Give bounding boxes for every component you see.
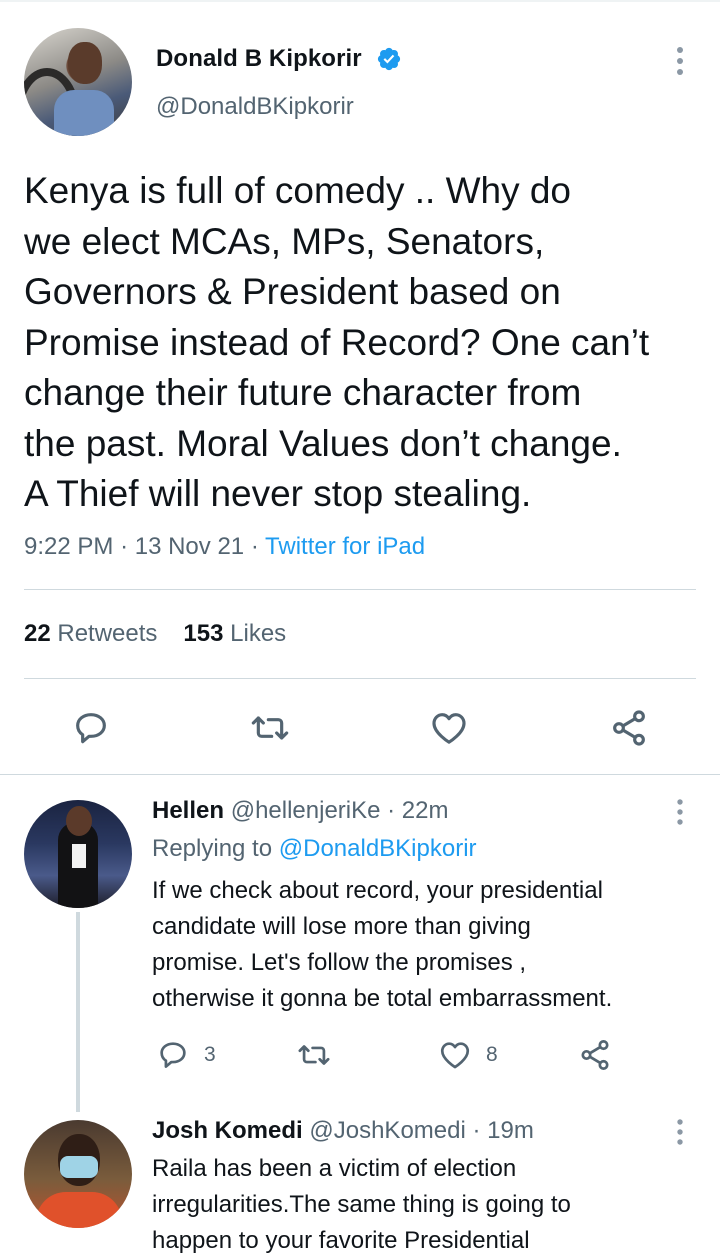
tweet-text-line: Kenya is full of comedy .. Why do <box>24 170 572 211</box>
retweets-stat[interactable]: 22 Retweets <box>24 620 157 647</box>
tweet-text-line: A Thief will never stop stealing. <box>24 473 532 514</box>
reply-text: If we check about record, your president… <box>152 873 702 1017</box>
tweet-stats: 22 Retweets 153 Likes <box>24 620 286 648</box>
likes-stat[interactable]: 153 Likes <box>183 620 286 647</box>
more-options-icon[interactable] <box>672 797 688 827</box>
reply-header: Josh Komedi @JoshKomedi · 19m <box>152 1117 534 1145</box>
reply-author-name[interactable]: Josh Komedi <box>152 1117 303 1144</box>
reply-text: Raila has been a victim of election irreg… <box>152 1151 702 1259</box>
reply-icon[interactable] <box>71 708 111 748</box>
tweet-text-line: change their future character from <box>24 372 582 413</box>
reply-text-line: candidate will lose more than giving <box>152 913 531 940</box>
section-separator <box>0 774 720 775</box>
tweet-meta: 9:22 PM · 13 Nov 21 · Twitter for iPad <box>24 533 425 561</box>
reply-count: 3 <box>204 1043 216 1066</box>
reply-text-line: promise. Let's follow the promises , <box>152 949 527 976</box>
tweet-text-line: the past. Moral Values don’t change. <box>24 422 622 464</box>
share-icon[interactable] <box>609 708 649 748</box>
reply-text-line: happen to your favorite Presidential <box>152 1227 530 1254</box>
tweet-time: 9:22 PM <box>24 533 114 560</box>
reply-author-name[interactable]: Hellen <box>152 797 224 824</box>
tweet-text-line: Governors & President based on <box>24 271 561 312</box>
divider <box>24 589 696 590</box>
retweet-icon[interactable] <box>250 708 290 748</box>
share-icon[interactable] <box>578 1038 612 1072</box>
reply-text-line: irregularities.The same thing is going t… <box>152 1191 571 1218</box>
like-count: 8 <box>486 1043 498 1066</box>
reply-text-line: If we check about record, your president… <box>152 877 603 904</box>
reply-author-handle[interactable]: @hellenjeriKe · 22m <box>231 797 449 824</box>
thread-line <box>76 912 80 1112</box>
more-options-icon[interactable] <box>672 1117 688 1147</box>
replying-label: Replying to <box>152 835 273 862</box>
author-handle[interactable]: @DonaldBKipkorir <box>156 93 354 121</box>
replying-to-link[interactable]: @DonaldBKipkorir <box>279 835 477 862</box>
verified-badge-icon <box>377 47 401 71</box>
reply-icon[interactable] <box>156 1038 190 1072</box>
author-avatar[interactable] <box>24 28 132 136</box>
author-name[interactable]: Donald B Kipkorir <box>156 45 362 73</box>
tweet-text: Kenya is full of comedy .. Why do we elec… <box>24 166 704 520</box>
meta-dot: · <box>250 533 259 560</box>
tweet-date: 13 Nov 21 <box>134 533 245 560</box>
retweets-count: 22 <box>24 620 51 647</box>
reply-text-line: Raila has been a victim of election <box>152 1155 517 1182</box>
reply-header: Hellen @hellenjeriKe · 22m <box>152 797 449 825</box>
reply-avatar[interactable] <box>24 1120 132 1228</box>
divider <box>24 678 696 679</box>
retweet-icon[interactable] <box>297 1038 331 1072</box>
like-icon[interactable] <box>438 1038 472 1072</box>
tweet-text-line: we elect MCAs, MPs, Senators, <box>24 220 545 262</box>
likes-count: 153 <box>183 620 224 647</box>
replying-to: Replying to @DonaldBKipkorir <box>152 835 477 863</box>
reply-author-handle[interactable]: @JoshKomedi · 19m <box>309 1117 533 1144</box>
like-icon[interactable] <box>429 708 469 748</box>
likes-label: Likes <box>230 620 287 647</box>
reply-avatar[interactable] <box>24 800 132 908</box>
retweets-label: Retweets <box>57 620 158 647</box>
tweet-text-line: Promise instead of Record? One can’t <box>24 321 650 363</box>
more-options-icon[interactable] <box>672 44 688 78</box>
meta-dot: · <box>120 533 129 560</box>
tweet-source-link[interactable]: Twitter for iPad <box>265 533 425 560</box>
reply-text-line: otherwise it gonna be total embarrassmen… <box>152 985 613 1012</box>
top-divider <box>0 0 720 2</box>
